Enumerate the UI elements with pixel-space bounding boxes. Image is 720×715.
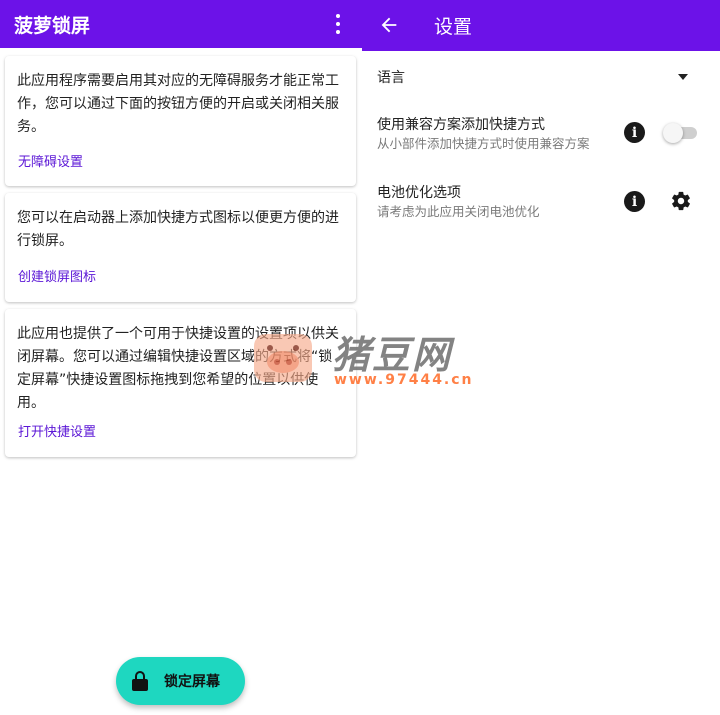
open-quick-settings-button[interactable]: 打开快捷设置 — [18, 421, 96, 440]
battery-optimization-title[interactable]: 电池优化选项 — [377, 182, 461, 202]
info-icon[interactable]: i — [624, 122, 645, 143]
create-lock-icon-button[interactable]: 创建锁屏图标 — [18, 266, 96, 285]
more-vert-icon[interactable] — [334, 14, 342, 34]
accessibility-description: 此应用程序需要启用其对应的无障碍服务才能正常工作，您可以通过下面的按钮方便的开启… — [17, 73, 339, 135]
settings-screen: 设置 语言 使用兼容方案添加快捷方式 从小部件添加快捷方式时使用兼容方案 i 电… — [362, 0, 720, 715]
app-bar: 菠萝锁屏 — [0, 0, 362, 48]
shortcut-card: 您可以在启动器上添加快捷方式图标以便更方便的进行锁屏。 创建锁屏图标 — [5, 193, 356, 302]
lock-screen-label: 锁定屏幕 — [164, 674, 220, 690]
language-setting[interactable]: 语言 — [377, 67, 405, 87]
accessibility-card: 此应用程序需要启用其对应的无障碍服务才能正常工作，您可以通过下面的按钮方便的开启… — [5, 56, 356, 186]
main-screen: 菠萝锁屏 此应用程序需要启用其对应的无障碍服务才能正常工作，您可以通过下面的按钮… — [0, 0, 362, 715]
settings-title: 设置 — [434, 16, 473, 38]
battery-optimization-subtitle: 请考虑为此应用关闭电池优化 — [377, 204, 540, 219]
lock-icon — [132, 671, 148, 691]
quick-settings-description: 此应用也提供了一个可用于快捷设置的设置项以供关闭屏幕。您可以通过编辑快捷设置区域… — [17, 326, 339, 411]
shortcut-description: 您可以在启动器上添加快捷方式图标以便更方便的进行锁屏。 — [17, 210, 339, 249]
lock-screen-button[interactable]: 锁定屏幕 — [116, 657, 245, 705]
compat-shortcut-toggle[interactable] — [663, 123, 701, 143]
compat-shortcut-title[interactable]: 使用兼容方案添加快捷方式 — [377, 114, 545, 134]
arrow-back-icon[interactable] — [378, 14, 400, 36]
quick-settings-card: 此应用也提供了一个可用于快捷设置的设置项以供关闭屏幕。您可以通过编辑快捷设置区域… — [5, 309, 356, 457]
accessibility-settings-button[interactable]: 无障碍设置 — [18, 151, 83, 170]
info-icon[interactable]: i — [624, 191, 645, 212]
settings-app-bar: 设置 — [362, 0, 720, 51]
gear-icon[interactable] — [670, 190, 692, 212]
app-title: 菠萝锁屏 — [14, 14, 91, 37]
compat-shortcut-subtitle: 从小部件添加快捷方式时使用兼容方案 — [377, 136, 590, 151]
dropdown-arrow-icon[interactable] — [678, 74, 688, 80]
